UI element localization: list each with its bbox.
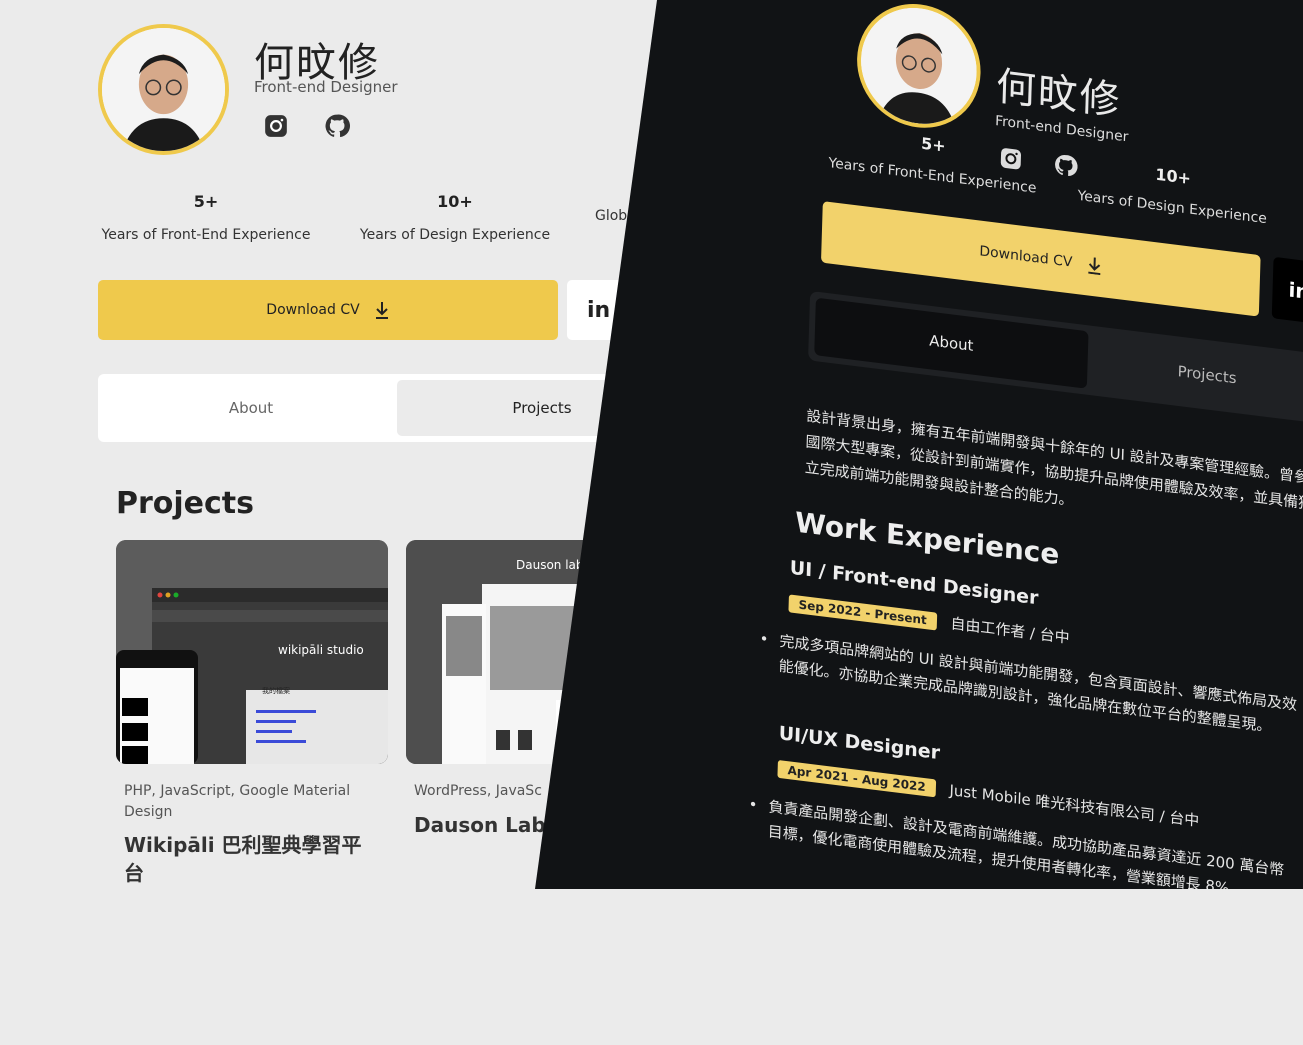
tab-bar: About Projects xyxy=(98,374,687,442)
instagram-icon[interactable] xyxy=(263,113,289,139)
project-tags: WordPress, JavaSc xyxy=(414,783,542,799)
avatar xyxy=(98,24,229,155)
dark-download-cv-button[interactable]: Download CV xyxy=(820,201,1261,317)
dark-tab-about-label: About xyxy=(929,331,974,355)
dark-linkedin-button[interactable]: in xyxy=(1271,256,1303,326)
stat-label: Years of Front-End Experience xyxy=(101,227,311,243)
download-icon xyxy=(375,302,388,319)
download-cv-label: Download CV xyxy=(266,302,360,318)
dark-tab-projects-label: Projects xyxy=(1177,362,1237,388)
dark-tab-projects[interactable]: Projects xyxy=(1087,331,1303,418)
wikipali-subtitle-text: 我的檔案 xyxy=(262,687,290,695)
dark-linkedin-icon: in xyxy=(1288,277,1303,304)
stat-frontend: 5+ Years of Front-End Experience xyxy=(98,192,314,243)
dark-portrait-image xyxy=(859,1,979,131)
projects-heading: Projects xyxy=(116,486,255,521)
tab-projects-label: Projects xyxy=(512,399,572,417)
stat-number: 10+ xyxy=(437,192,473,211)
dark-avatar xyxy=(855,0,983,135)
tab-about[interactable]: About xyxy=(104,380,398,436)
project-thumbnail-wikipali[interactable]: wikipāli studio 我的檔案 xyxy=(116,540,388,764)
job-title: UI/UX Designer xyxy=(778,722,941,765)
dark-download-icon xyxy=(1088,257,1101,276)
job-period-badge: Apr 2021 - Aug 2022 xyxy=(777,759,936,797)
job-company: 自由工作者 / 台中 xyxy=(950,614,1070,647)
project-title[interactable]: Wikipāli 巴利聖典學習平台 xyxy=(124,831,374,887)
dark-download-cv-label: Download CV xyxy=(979,243,1073,271)
stat-label: Glob xyxy=(595,208,628,224)
dark-stat-design: 10+ Years of Design Experience xyxy=(1072,155,1272,228)
dark-stat-frontend: 5+ Years of Front-End Experience xyxy=(828,122,1038,197)
stat-global: Glob xyxy=(595,192,627,224)
dauson-brand-text: Dauson lab. xyxy=(516,558,588,572)
stat-design: 10+ Years of Design Experience xyxy=(355,192,555,243)
portrait-image xyxy=(102,28,225,151)
stat-number: 5+ xyxy=(193,192,219,211)
project-title[interactable]: Dauson Lab. xyxy=(414,811,553,839)
linkedin-icon: in xyxy=(587,297,611,323)
stat-label: Years of Design Experience xyxy=(359,227,551,243)
job-bullet: 完成多項品牌網站的 UI 設計與前端功能開發，包含頁面設計、響應式佈局及效能優化… xyxy=(778,629,1298,742)
download-cv-button[interactable]: Download CV xyxy=(98,280,558,340)
wikipali-brand-text: wikipāli studio xyxy=(278,643,364,657)
profile-role: Front-end Designer xyxy=(254,78,398,96)
tab-about-label: About xyxy=(228,399,274,417)
job-period-badge: Sep 2022 - Present xyxy=(788,593,937,630)
job-bullet: 負責產品開發企劃、設計及電商前端維護。成功協助產品募資達近 200 萬台幣目標，… xyxy=(767,795,1286,889)
dark-tab-about[interactable]: About xyxy=(814,297,1089,389)
github-icon[interactable] xyxy=(324,113,350,139)
project-tags: PHP, JavaScript, Google Material Design xyxy=(124,783,351,820)
